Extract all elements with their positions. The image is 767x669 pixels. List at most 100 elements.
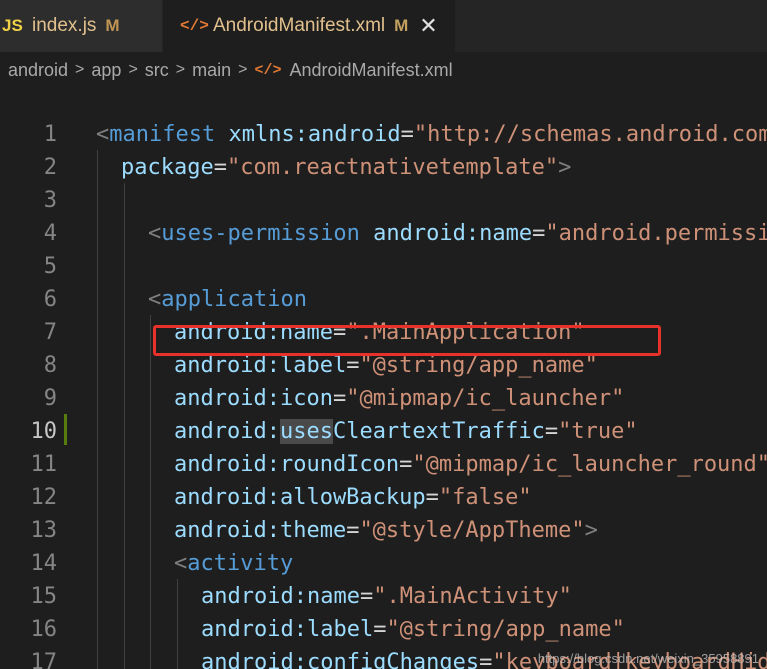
code-token: manifest xyxy=(109,122,216,147)
code-line[interactable]: 12 android:allowBackup="false" xyxy=(0,481,767,514)
code-token: < xyxy=(148,287,162,312)
code-token: "false" xyxy=(438,485,532,510)
code-token: = xyxy=(213,155,227,180)
code-token: "com.reactnativetemplate" xyxy=(226,155,559,180)
line-number: 7 xyxy=(43,320,57,345)
code-token: < xyxy=(96,122,110,147)
line-code: <activity xyxy=(174,547,293,580)
line-number: 1 xyxy=(43,122,57,147)
code-line[interactable]: 6 <application xyxy=(0,283,767,316)
code-token: application xyxy=(161,287,307,312)
code-token: android:label xyxy=(201,617,374,642)
xml-file-icon: </> xyxy=(180,17,209,35)
chevron-right-icon: > xyxy=(175,61,186,78)
code-line[interactable]: 3 xyxy=(0,184,767,217)
tab-android-manifest[interactable]: </> AndroidManifest.xml M ✕ xyxy=(163,0,455,52)
code-line[interactable]: 2 package="com.reactnativetemplate"> xyxy=(0,151,767,184)
line-number: 2 xyxy=(43,155,57,180)
breadcrumb: android > app > src > main > </> Android… xyxy=(0,52,767,88)
code-token: android:roundIcon xyxy=(174,452,400,477)
code-token: > xyxy=(558,155,572,180)
code-token: android:icon xyxy=(174,386,333,411)
breadcrumb-item-android[interactable]: android xyxy=(8,60,68,81)
tab-label: AndroidManifest.xml xyxy=(213,15,386,36)
code-token: ".MainActivity" xyxy=(373,584,572,609)
code-token: < xyxy=(148,221,162,246)
tab-index-js[interactable]: JS index.js M xyxy=(0,0,163,52)
code-token: = xyxy=(544,419,559,444)
code-token: = xyxy=(346,518,360,543)
code-line[interactable]: 13 android:theme="@style/AppTheme"> xyxy=(0,514,767,547)
line-code: android:name=".MainActivity" xyxy=(201,580,572,613)
code-token: android:allowBackup xyxy=(174,485,426,510)
code-token: "@mipmap/ic_launcher" xyxy=(346,386,625,411)
line-code: android:roundIcon="@mipmap/ic_launcher_r… xyxy=(174,448,767,481)
code-token: "android.permissi xyxy=(545,221,767,246)
line-code: <application xyxy=(148,283,307,316)
code-token: = xyxy=(532,221,546,246)
code-token: package xyxy=(121,155,214,180)
breadcrumb-item-src[interactable]: src xyxy=(145,60,169,81)
code-line[interactable]: 15 android:name=".MainActivity" xyxy=(0,580,767,613)
code-token: = xyxy=(332,386,347,411)
line-number: 14 xyxy=(30,551,58,576)
code-token: < xyxy=(174,551,188,576)
line-number: 17 xyxy=(30,650,58,669)
code-token: android:theme xyxy=(174,518,347,543)
code-line[interactable]: 10 android:usesCleartextTraffic="true" xyxy=(0,415,767,448)
code-token: "@mipmap/ic_launcher_round" xyxy=(412,452,767,477)
code-token: = xyxy=(400,122,414,147)
line-number: 11 xyxy=(30,452,58,477)
code-token: = xyxy=(373,617,387,642)
chevron-right-icon: > xyxy=(128,61,138,78)
breadcrumb-item-app[interactable]: app xyxy=(91,60,121,81)
code-token: "@string/app_name" xyxy=(386,617,625,642)
code-line[interactable]: 1 <manifest xmlns:android="http://schemas… xyxy=(0,118,767,151)
code-token: = xyxy=(359,584,374,609)
tab-label: index.js xyxy=(32,15,97,36)
line-code: android:icon="@mipmap/ic_launcher" xyxy=(174,382,624,415)
code-token: "@style/AppTheme" xyxy=(359,518,585,543)
code-token: "http://schemas.android.com xyxy=(413,122,767,147)
line-code: android:label="@string/app_name" xyxy=(201,613,625,646)
javascript-file-icon: JS xyxy=(2,16,23,35)
code-token: android:name xyxy=(359,221,533,246)
line-code: <uses-permission android:name="android.p… xyxy=(148,217,767,250)
code-token: = xyxy=(399,452,413,477)
breadcrumb-item-main[interactable]: main xyxy=(192,60,231,81)
breadcrumb-item-file[interactable]: AndroidManifest.xml xyxy=(290,60,453,81)
code-line[interactable]: 11 android:roundIcon="@mipmap/ic_launcher… xyxy=(0,448,767,481)
code-line[interactable]: 14 <activity xyxy=(0,547,767,580)
code-editor[interactable]: 1 <manifest xmlns:android="http://schemas… xyxy=(0,88,767,669)
line-number: 6 xyxy=(43,287,57,312)
line-code: <manifest xmlns:android="http://schemas.… xyxy=(96,118,767,151)
modified-badge: M xyxy=(394,16,409,35)
code-token: "true" xyxy=(558,419,638,444)
modified-badge: M xyxy=(105,16,120,35)
line-code: android:theme="@style/AppTheme"> xyxy=(174,514,598,547)
line-code: package="com.reactnativetemplate"> xyxy=(121,151,571,184)
code-token: uses-permission xyxy=(161,221,360,246)
code-line[interactable]: 4 <uses-permission android:name="android.… xyxy=(0,217,767,250)
xml-file-icon: </> xyxy=(254,61,282,79)
code-line[interactable]: 9 android:icon="@mipmap/ic_launcher" xyxy=(0,382,767,415)
line-number: 5 xyxy=(43,254,57,279)
code-token: = xyxy=(346,353,360,378)
line-number: 15 xyxy=(30,584,58,609)
line-code: android:allowBackup="false" xyxy=(174,481,532,514)
code-token: = xyxy=(425,485,439,510)
line-number: 12 xyxy=(30,485,58,510)
code-token: uses xyxy=(279,419,333,444)
code-token: android:configChanges xyxy=(201,650,480,669)
code-line[interactable]: 5 xyxy=(0,250,767,283)
code-token: "@string/app_name" xyxy=(359,353,598,378)
close-icon[interactable]: ✕ xyxy=(419,15,437,37)
highlight-annotation-box xyxy=(153,325,661,356)
line-number: 4 xyxy=(43,221,57,246)
line-number: 16 xyxy=(30,617,58,642)
tab-bar: JS index.js M </> AndroidManifest.xml M … xyxy=(0,0,767,52)
line-number: 10 xyxy=(30,419,58,444)
code-line[interactable]: 16 android:label="@string/app_name" xyxy=(0,613,767,646)
code-token: android:label xyxy=(174,353,347,378)
code-token: xmlns:android xyxy=(215,122,401,147)
